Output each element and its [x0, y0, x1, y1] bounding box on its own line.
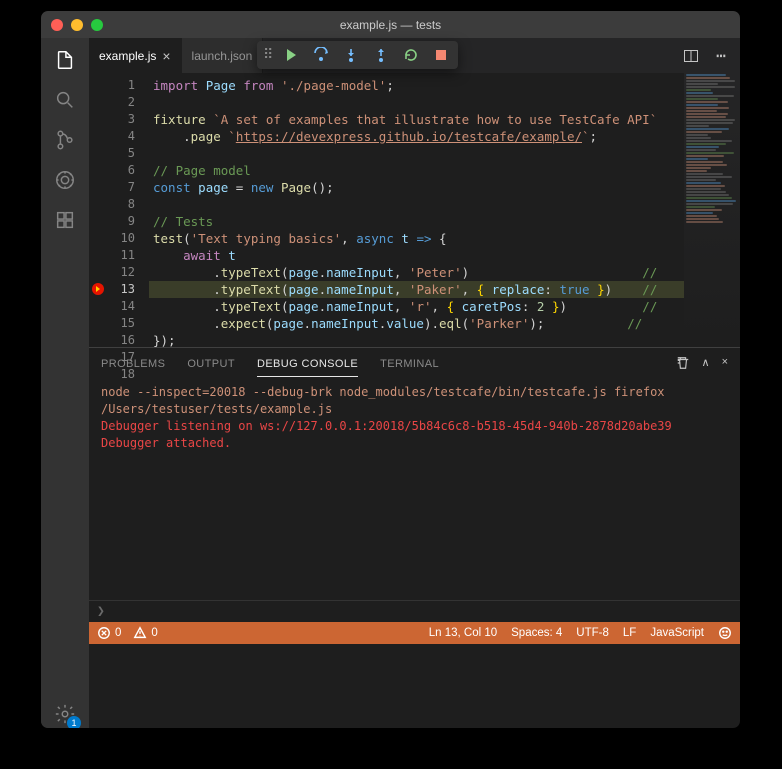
tab-label: example.js [99, 49, 156, 63]
close-tab-icon[interactable]: × [162, 48, 170, 64]
editor-main: example.js × launch.json ⠿ [89, 38, 740, 728]
editor[interactable]: 123456789101112131415161718 import Page … [89, 73, 740, 347]
code-area[interactable]: import Page from './page-model'; fixture … [149, 73, 684, 347]
status-bar: 0 0 Ln 13, Col 10 Spaces: 4 UTF-8 LF Jav… [89, 622, 740, 644]
vscode-window: example.js — tests 1 [41, 11, 740, 728]
debug-console-input[interactable]: ❯ [89, 600, 740, 622]
window-controls [41, 19, 103, 31]
line-number: 10 [89, 230, 135, 247]
source-control-icon[interactable] [51, 126, 79, 154]
code-line[interactable] [149, 145, 684, 162]
line-number: 16 [89, 332, 135, 349]
tab-launch-json[interactable]: launch.json [182, 38, 264, 73]
more-actions-icon[interactable]: ⋯ [710, 45, 732, 67]
tab-bar: example.js × launch.json ⠿ [89, 38, 740, 73]
stop-button[interactable] [430, 44, 452, 66]
search-icon[interactable] [51, 86, 79, 114]
code-line[interactable] [149, 94, 684, 111]
step-out-button[interactable] [370, 44, 392, 66]
line-number: 15 [89, 315, 135, 332]
settings-badge: 1 [67, 716, 81, 728]
debug-icon[interactable] [51, 166, 79, 194]
line-number: 8 [89, 196, 135, 213]
line-number: 1 [89, 77, 135, 94]
panel-close-icon[interactable]: × [722, 356, 728, 373]
console-line: node --inspect=20018 --debug-brk node_mo… [101, 384, 728, 418]
drag-handle-icon[interactable]: ⠿ [263, 47, 272, 63]
code-line[interactable]: .page `https://devexpress.github.io/test… [149, 128, 684, 145]
window-title: example.js — tests [41, 18, 740, 32]
bottom-panel: PROBLEMS OUTPUT DEBUG CONSOLE TERMINAL ∧… [89, 347, 740, 622]
split-editor-icon[interactable] [680, 45, 702, 67]
minimap[interactable] [684, 73, 740, 347]
code-line[interactable]: await t [149, 247, 684, 264]
line-number: 6 [89, 162, 135, 179]
code-line[interactable]: .typeText(page.nameInput, 'r', { caretPo… [149, 298, 684, 315]
status-encoding[interactable]: UTF-8 [576, 627, 609, 639]
code-line[interactable]: const page = new Page(); [149, 179, 684, 196]
code-line[interactable]: // Page model [149, 162, 684, 179]
line-number: 7 [89, 179, 135, 196]
panel-tab-terminal[interactable]: TERMINAL [380, 358, 439, 370]
console-line: Debugger attached. [101, 435, 728, 452]
status-eol[interactable]: LF [623, 627, 636, 639]
status-language[interactable]: JavaScript [650, 627, 704, 639]
warning-count: 0 [151, 627, 157, 639]
code-line[interactable]: test('Text typing basics', async t => { [149, 230, 684, 247]
panel-maximize-icon[interactable]: ∧ [702, 356, 710, 373]
code-line[interactable]: }); [149, 332, 684, 347]
line-number: 5 [89, 145, 135, 162]
step-over-button[interactable] [310, 44, 332, 66]
prompt-icon: ❯ [97, 604, 105, 619]
panel-tab-debug-console[interactable]: DEBUG CONSOLE [257, 358, 358, 377]
tab-label: launch.json [192, 49, 253, 63]
restart-button[interactable] [400, 44, 422, 66]
line-number: 2 [89, 94, 135, 111]
code-line[interactable]: // Tests [149, 213, 684, 230]
feedback-smiley-icon[interactable] [718, 626, 732, 640]
status-warnings[interactable]: 0 [133, 626, 157, 640]
code-line[interactable]: import Page from './page-model'; [149, 77, 684, 94]
console-line: Debugger listening on ws://127.0.0.1:200… [101, 418, 728, 435]
line-number: 4 [89, 128, 135, 145]
step-into-button[interactable] [340, 44, 362, 66]
panel-tab-problems[interactable]: PROBLEMS [101, 358, 165, 370]
clear-console-icon[interactable] [676, 356, 690, 373]
line-number: 9 [89, 213, 135, 230]
line-number: 11 [89, 247, 135, 264]
line-number: 3 [89, 111, 135, 128]
panel-tab-output[interactable]: OUTPUT [187, 358, 235, 370]
breakpoint-current-icon[interactable] [91, 282, 105, 296]
line-number-gutter: 123456789101112131415161718 [89, 73, 149, 347]
continue-button[interactable] [280, 44, 302, 66]
minimize-window-button[interactable] [71, 19, 83, 31]
panel-tab-bar: PROBLEMS OUTPUT DEBUG CONSOLE TERMINAL ∧… [89, 348, 740, 380]
code-line[interactable]: .typeText(page.nameInput, 'Peter') // [149, 264, 684, 281]
line-number: 14 [89, 298, 135, 315]
tab-example-js[interactable]: example.js × [89, 38, 182, 73]
settings-gear-icon[interactable]: 1 [51, 700, 79, 728]
explorer-icon[interactable] [51, 46, 79, 74]
status-spaces[interactable]: Spaces: 4 [511, 627, 562, 639]
debug-toolbar[interactable]: ⠿ [257, 41, 458, 69]
activity-bar: 1 [41, 38, 89, 728]
status-cursor[interactable]: Ln 13, Col 10 [429, 627, 497, 639]
status-errors[interactable]: 0 [97, 626, 121, 640]
code-line[interactable] [149, 196, 684, 213]
code-line[interactable]: .typeText(page.nameInput, 'Paker', { rep… [149, 281, 684, 298]
code-line[interactable]: fixture `A set of examples that illustra… [149, 111, 684, 128]
debug-console-output[interactable]: node --inspect=20018 --debug-brk node_mo… [89, 380, 740, 600]
close-window-button[interactable] [51, 19, 63, 31]
extensions-icon[interactable] [51, 206, 79, 234]
code-line[interactable]: .expect(page.nameInput.value).eql('Parke… [149, 315, 684, 332]
line-number: 12 [89, 264, 135, 281]
maximize-window-button[interactable] [91, 19, 103, 31]
error-count: 0 [115, 627, 121, 639]
title-bar: example.js — tests [41, 11, 740, 38]
